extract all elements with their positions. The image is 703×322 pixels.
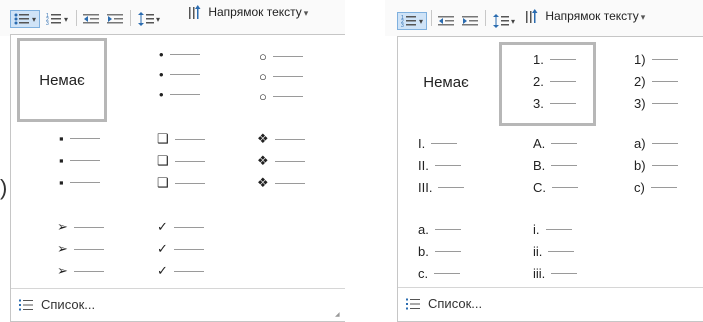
bullet-box-icon: ❑	[157, 131, 169, 146]
numbering-none-option[interactable]: Немає	[406, 63, 486, 101]
bullet-dot-icon: •	[159, 67, 164, 82]
list-marker: iii.	[533, 266, 546, 281]
chevron-down-icon: ▾	[640, 12, 646, 23]
bullet-square-icon: ▪	[59, 131, 64, 146]
bullet-box-icon: ❑	[157, 153, 169, 168]
bullets-dropdown-panel: ▾ 1 2 3 ▾ ▾ Напрямок тексту ▾) Немає • …	[0, 0, 345, 322]
list-marker: C.	[533, 180, 546, 195]
list-marker: A.	[533, 136, 546, 151]
document-edge-glyph: )	[0, 175, 8, 200]
bullet-dot-icon: •	[159, 47, 164, 62]
numbering-library-menu: Немає 1. 2. 3. 1) 2) 3) I. II. III. A. B…	[397, 36, 703, 322]
text-direction-label: Напрямок тексту	[208, 5, 302, 20]
bullets-button[interactable]: ▾	[10, 10, 40, 28]
text-direction-icon	[526, 9, 538, 23]
chevron-down-icon: ▾	[303, 8, 309, 19]
list-marker: 1.	[533, 52, 544, 67]
none-label: Немає	[423, 73, 469, 91]
decrease-indent-icon	[438, 16, 454, 26]
define-list-label: Список...	[41, 297, 96, 312]
chevron-down-icon: ▾	[155, 14, 160, 24]
resize-grip-icon[interactable]: ◢	[335, 311, 341, 318]
toolbar-separator	[130, 10, 131, 26]
paragraph-toolbar: ▾ 1 2 3 ▾ ▾ Напрямок тексту ▾	[0, 0, 345, 36]
line-spacing-icon	[137, 12, 154, 26]
list-marker: a.	[418, 222, 429, 237]
chevron-down-icon: ▾	[418, 16, 423, 26]
list-marker: b)	[634, 158, 646, 173]
paragraph-toolbar: 1 2 3 ▾ ▾ Напрямок тексту ▾	[385, 0, 703, 36]
list-marker: B.	[533, 158, 546, 173]
bullet-diamond-icon: ❖	[257, 153, 269, 168]
numbering-button[interactable]: 1 2 3 ▾	[397, 12, 427, 30]
line-spacing-icon	[492, 14, 509, 28]
increase-indent-icon	[462, 16, 478, 26]
bullet-square-icon: ▪	[59, 153, 64, 168]
bullet-square-icon: ▪	[59, 175, 64, 190]
bullets-icon	[14, 13, 29, 25]
numbering-dropdown-panel: 1 2 3 ▾ ▾ Напрямок тексту ▾ Немає 1. 2. …	[385, 0, 703, 322]
chevron-down-icon: ▾	[31, 14, 36, 24]
list-marker: c)	[634, 180, 645, 195]
numbering-icon: 1 2 3	[401, 15, 416, 27]
increase-indent-icon	[107, 14, 123, 24]
none-label: Немає	[39, 71, 85, 89]
list-icon	[406, 298, 420, 309]
chevron-down-icon: ▾	[63, 14, 68, 24]
list-marker: c.	[418, 266, 429, 281]
bullet-library-menu: Немає • • • ○ ○ ○ ▪ ▪ ▪ ❑ ❑ ❑ ❖ ❖ ❖ ➢ ➢ …	[10, 34, 345, 322]
list-marker: i.	[533, 222, 540, 237]
chevron-down-icon: ▾	[510, 16, 515, 26]
list-marker: 3.	[533, 96, 544, 111]
bullet-circle-icon: ○	[259, 69, 267, 84]
text-direction-button[interactable]: Напрямок тексту ▾	[525, 9, 645, 25]
list-marker: III.	[418, 180, 433, 195]
numbering-button[interactable]: 1 2 3 ▾	[42, 10, 72, 28]
define-list-link[interactable]: Список...	[19, 297, 95, 312]
text-direction-button[interactable]: Напрямок тексту ▾	[188, 5, 308, 21]
menu-divider	[11, 288, 345, 289]
bullet-arrow-icon: ➢	[57, 219, 68, 234]
list-marker: 3)	[634, 96, 646, 111]
list-marker: a)	[634, 136, 646, 151]
text-direction-label: Напрямок тексту	[545, 9, 639, 24]
list-marker: b.	[418, 244, 429, 259]
bullet-dot-icon: •	[159, 87, 164, 102]
svg-text:3: 3	[46, 21, 49, 25]
decrease-indent-button[interactable]	[80, 10, 102, 28]
increase-indent-button[interactable]	[459, 12, 481, 30]
bullet-none-option[interactable]: Немає	[17, 38, 107, 122]
list-icon	[19, 299, 33, 310]
svg-text:3: 3	[401, 23, 404, 27]
bullet-check-icon: ✓	[157, 241, 168, 256]
line-spacing-button[interactable]: ▾	[489, 12, 519, 30]
toolbar-separator	[76, 10, 77, 26]
decrease-indent-icon	[83, 14, 99, 24]
list-marker: 2.	[533, 74, 544, 89]
numbering-icon: 1 2 3	[46, 13, 61, 25]
menu-divider	[398, 287, 703, 288]
list-marker: I.	[418, 136, 426, 151]
list-marker: 1)	[634, 52, 646, 67]
line-spacing-button[interactable]: ▾	[134, 10, 164, 28]
toolbar-separator	[485, 10, 486, 26]
define-list-link[interactable]: Список...	[406, 296, 482, 311]
bullet-circle-icon: ○	[259, 89, 267, 104]
text-direction-icon	[189, 5, 201, 19]
decrease-indent-button[interactable]	[435, 12, 457, 30]
bullet-box-icon: ❑	[157, 175, 169, 190]
list-marker: II.	[418, 158, 429, 173]
bullet-diamond-icon: ❖	[257, 175, 269, 190]
list-marker: ii.	[533, 244, 543, 259]
bullet-check-icon: ✓	[157, 263, 168, 278]
bullet-circle-icon: ○	[259, 49, 267, 64]
bullet-arrow-icon: ➢	[57, 241, 68, 256]
toolbar-separator	[431, 10, 432, 26]
define-list-label: Список...	[428, 296, 483, 311]
increase-indent-button[interactable]	[104, 10, 126, 28]
bullet-arrow-icon: ➢	[57, 263, 68, 278]
bullet-check-icon: ✓	[157, 219, 168, 234]
bullet-diamond-icon: ❖	[257, 131, 269, 146]
list-marker: 2)	[634, 74, 646, 89]
